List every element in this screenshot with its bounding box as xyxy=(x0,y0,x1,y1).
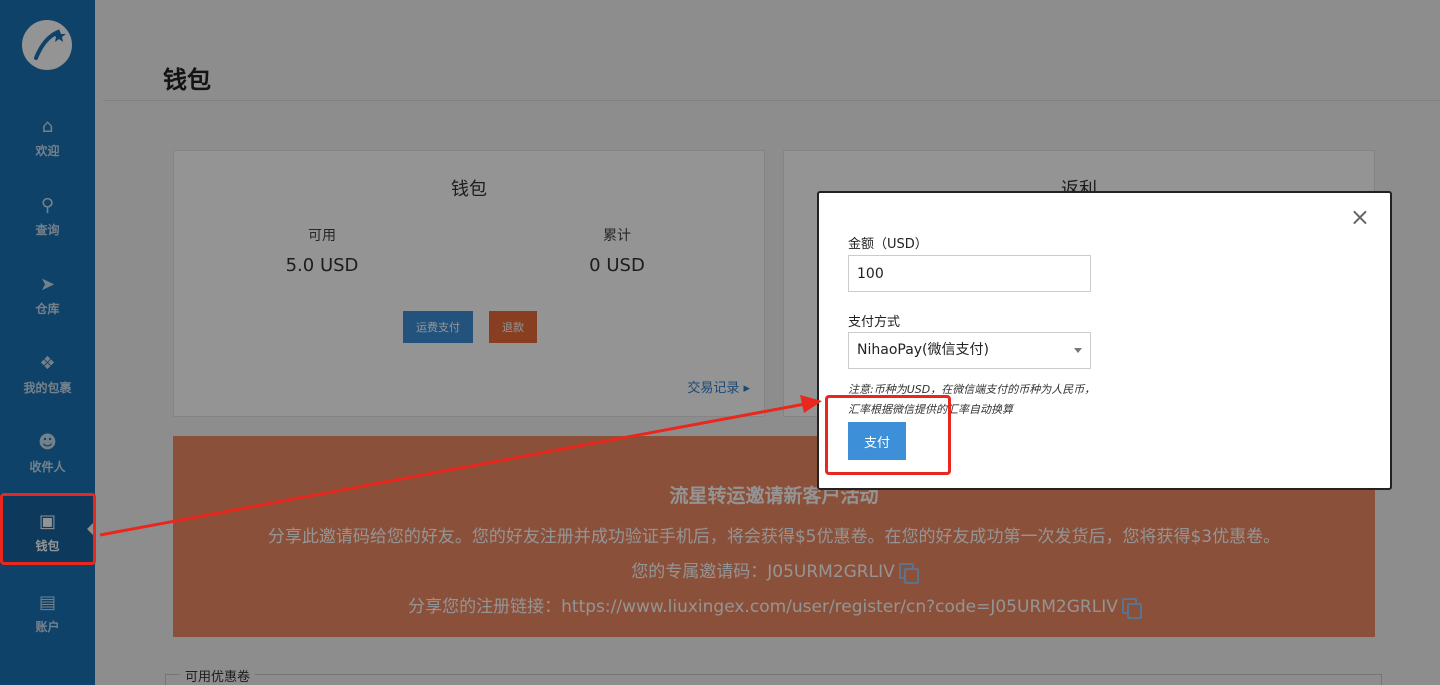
amount-input[interactable] xyxy=(848,255,1091,292)
payment-modal: × 金额（USD） 支付方式 NihaoPay(微信支付) 注意:币种为USD，… xyxy=(817,191,1392,490)
payment-method-value: NihaoPay(微信支付) xyxy=(857,342,989,358)
caret-down-icon xyxy=(1074,348,1082,353)
currency-note: 注意:币种为USD，在微信端支付的币种为人民币，汇率根据微信提供的汇率自动换算 xyxy=(848,383,1096,416)
close-icon[interactable]: × xyxy=(1350,205,1370,229)
payment-method-label: 支付方式 xyxy=(848,315,901,330)
amount-label: 金额（USD） xyxy=(848,237,928,252)
payment-method-select[interactable]: NihaoPay(微信支付) xyxy=(848,332,1091,369)
pay-button[interactable]: 支付 xyxy=(848,422,906,460)
